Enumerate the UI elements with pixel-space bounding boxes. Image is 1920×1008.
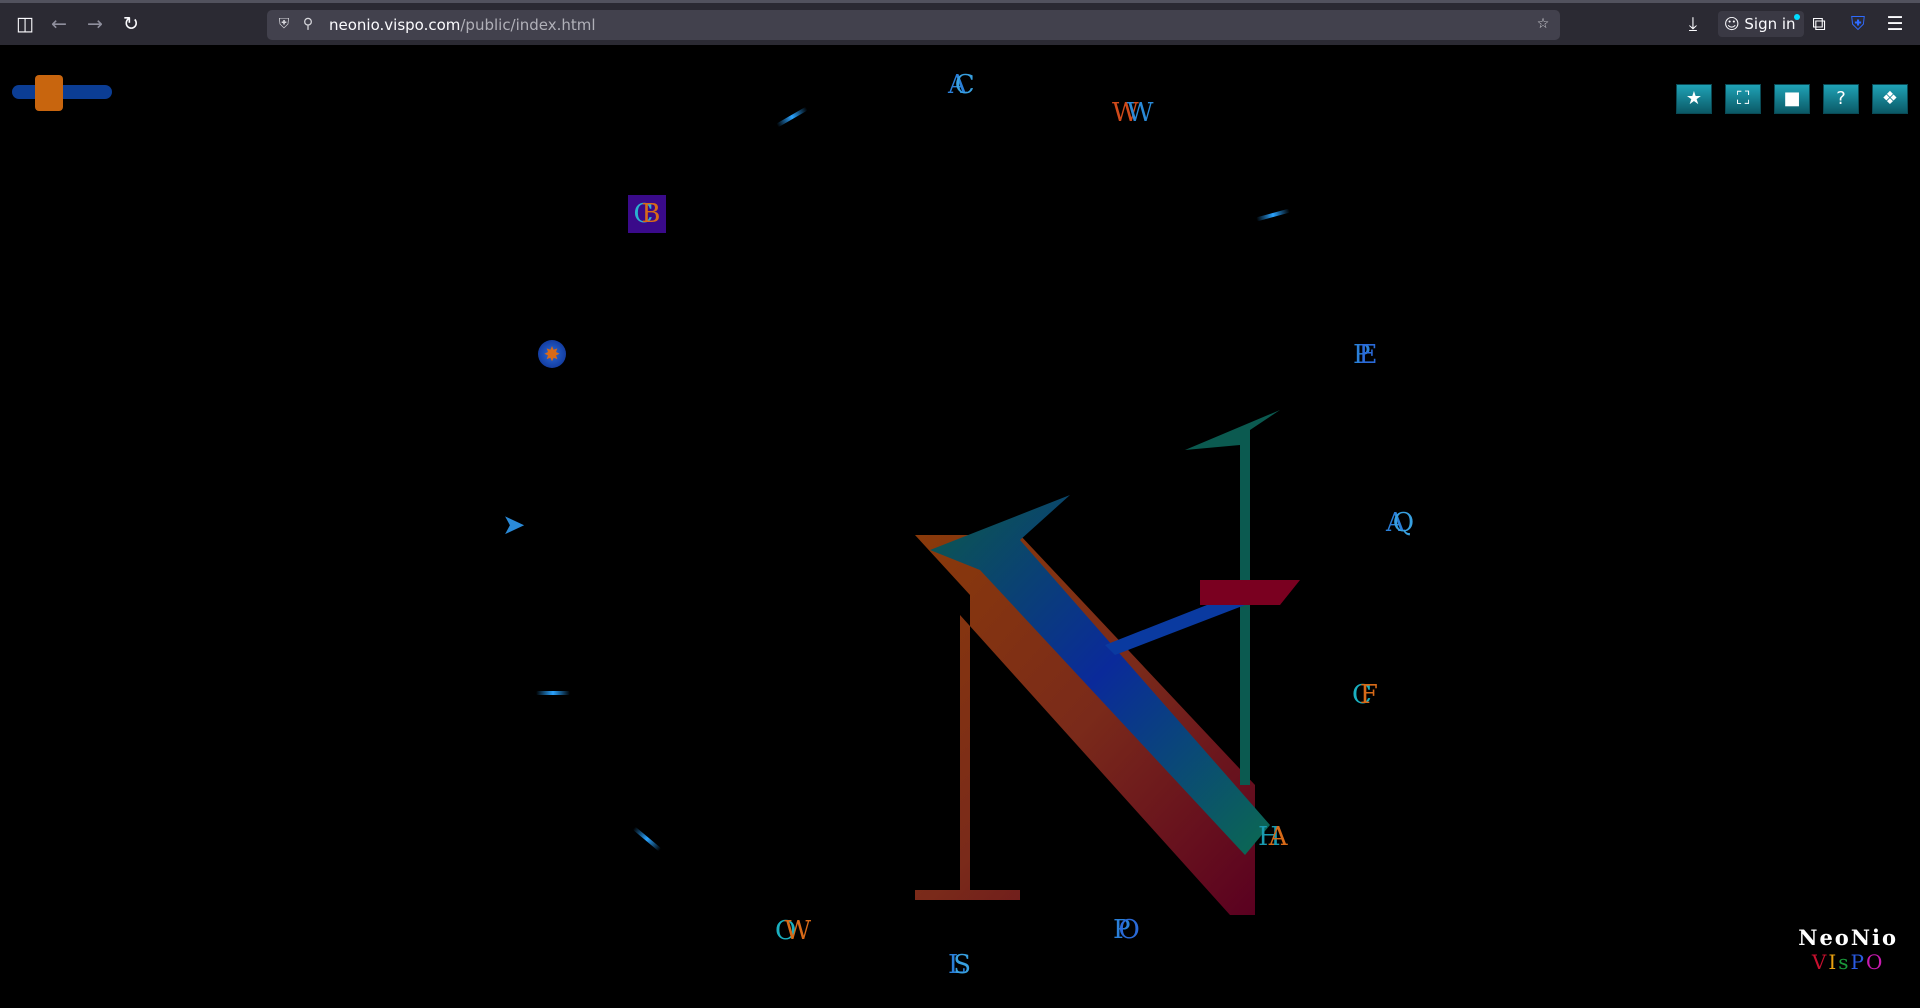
privacy-badger-icon[interactable]: ⛨ <box>1845 11 1871 37</box>
paper-plane-icon: ➤ <box>502 508 526 541</box>
lock-icon: ⚲ <box>302 16 314 32</box>
help-icon[interactable]: ? <box>1823 84 1859 114</box>
menu-icon[interactable]: ☰ <box>1882 11 1908 37</box>
streak-glyph <box>536 691 570 695</box>
orbit-glyph[interactable]: PO <box>1113 915 1140 945</box>
big-letter-n <box>915 410 1300 915</box>
star-icon[interactable]: ★ <box>1676 84 1712 114</box>
downloads-icon[interactable]: ⤓ <box>1680 11 1706 37</box>
url-text[interactable]: neonio.vispo.com/public/index.html <box>329 16 596 34</box>
speed-slider-thumb[interactable] <box>35 75 63 111</box>
letter-n-blue-stroke <box>930 495 1270 855</box>
neonio-vispo-logo[interactable]: NeoNio VIsPO <box>1798 925 1898 974</box>
streak-glyph <box>632 826 662 852</box>
orbit-glyph[interactable]: CF <box>1352 680 1378 710</box>
window-icon[interactable]: ■ <box>1774 84 1810 114</box>
orbit-glyph[interactable]: HA <box>1258 822 1287 852</box>
sign-in-label: Sign in <box>1744 15 1796 33</box>
url-path: /public/index.html <box>460 16 596 34</box>
streak-glyph <box>776 106 808 128</box>
sidebar-icon[interactable]: ◫ <box>12 11 38 37</box>
gift-icon[interactable]: ❖ <box>1872 84 1908 114</box>
back-arrow-icon[interactable]: ← <box>46 11 72 37</box>
orbit-glyph[interactable]: AQ <box>1386 508 1414 538</box>
orbit-glyph[interactable]: PE <box>1353 340 1377 370</box>
brand-title: NeoNio <box>1798 925 1898 950</box>
address-bar[interactable]: ⛨ ⚲ neonio.vispo.com/public/index.html ☆ <box>267 10 1560 40</box>
extensions-icon[interactable]: ⧉ <box>1806 11 1832 37</box>
orbit-glyph[interactable]: CB <box>628 195 666 233</box>
notification-dot <box>1793 14 1800 20</box>
fullscreen-icon[interactable]: ⛶ <box>1725 84 1761 114</box>
sign-in-button[interactable]: ☺ Sign in <box>1718 11 1804 37</box>
orbit-glyph[interactable]: OW <box>775 916 811 946</box>
orbit-glyph[interactable]: LS <box>948 950 971 980</box>
orbit-glyph[interactable]: WW <box>1112 98 1153 128</box>
letter-n-red-serif <box>1200 580 1300 605</box>
forward-arrow-icon[interactable]: → <box>82 11 108 37</box>
shield-icon[interactable]: ⛨ <box>275 15 293 33</box>
browser-toolbar: ◫ ← → ↻ ⛨ ⚲ neonio.vispo.com/public/inde… <box>0 0 1920 45</box>
neonio-canvas[interactable]: ★ ⛶ ■ ? ❖ AC WW CB PE AQ CF HA PO LS OW … <box>0 45 1920 1008</box>
reload-icon[interactable]: ↻ <box>118 11 144 37</box>
bookmark-star-icon[interactable]: ☆ <box>1534 15 1552 33</box>
compass-icon[interactable]: ✸ <box>538 340 566 368</box>
url-host: neonio.vispo.com <box>329 16 461 34</box>
brand-subtitle: VIsPO <box>1811 950 1885 974</box>
streak-glyph <box>1256 208 1290 222</box>
orbit-glyph[interactable]: AC <box>948 70 975 100</box>
account-icon: ☺ <box>1724 15 1745 33</box>
